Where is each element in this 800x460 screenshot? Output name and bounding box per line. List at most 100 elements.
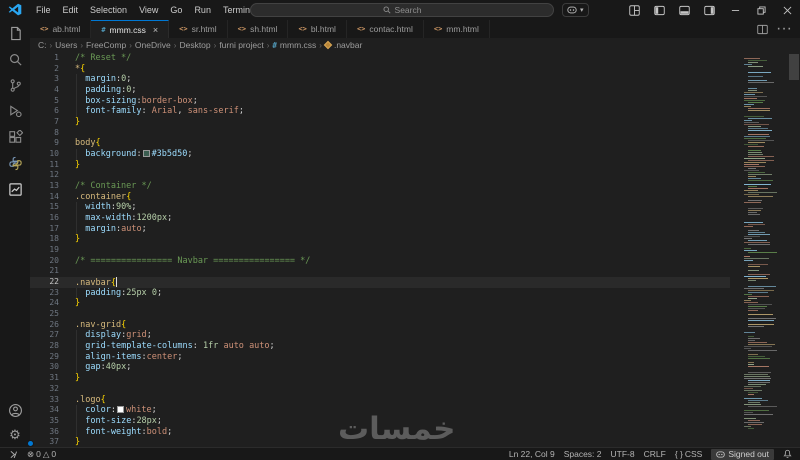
customize-layout-icon[interactable]	[622, 0, 647, 20]
code-line[interactable]: 11}	[30, 160, 730, 171]
code-line[interactable]: 8	[30, 128, 730, 139]
code-line[interactable]: 16 max-width:1200px;	[30, 213, 730, 224]
minimap-line	[744, 322, 786, 323]
vertical-scrollbar[interactable]	[788, 52, 800, 447]
code-line[interactable]: 21	[30, 266, 730, 277]
code-line[interactable]: 5 box-sizing:border-box;	[30, 95, 730, 107]
code-line[interactable]: 27 display:grid;	[30, 330, 730, 341]
code-line[interactable]: 4 padding:0;	[30, 85, 730, 96]
run-debug-icon[interactable]	[0, 98, 30, 124]
code-line[interactable]: 29 align-items:center;	[30, 351, 730, 363]
code-line[interactable]: 19	[30, 245, 730, 256]
search-placeholder: Search	[394, 5, 422, 15]
minimize-button[interactable]	[722, 0, 748, 20]
tab-sh.html[interactable]: <> sh.html	[227, 20, 289, 38]
command-center-search[interactable]: Search	[250, 3, 554, 17]
code-line[interactable]: 22 .navbar{	[30, 277, 730, 288]
tab-ab.html[interactable]: <> ab.html	[30, 20, 92, 38]
menu-edit[interactable]: Edit	[57, 0, 85, 20]
minimap-line	[748, 102, 763, 103]
copilot-menu-button[interactable]: ▾	[562, 3, 589, 17]
scrollbar-slider[interactable]	[789, 54, 799, 80]
breadcrumb-item[interactable]: FreeComp	[86, 40, 126, 50]
code-line[interactable]: 32	[30, 384, 730, 395]
restore-button[interactable]	[748, 0, 774, 20]
code-line[interactable]: 17 margin:auto;	[30, 223, 730, 235]
extensions-icon[interactable]	[0, 124, 30, 150]
remote-indicator-icon[interactable]	[8, 450, 18, 459]
code-line[interactable]: 14 .container{	[30, 192, 730, 203]
code-line[interactable]: 35 font-size:28px;	[30, 415, 730, 427]
breadcrumb-symbol[interactable]: .navbar	[334, 40, 362, 50]
breadcrumb-file[interactable]: mmm.css	[280, 40, 316, 50]
minimap-line	[744, 386, 761, 387]
code-line[interactable]: 20 /* ================ Navbar ===========…	[30, 256, 730, 267]
code-line[interactable]: 23 padding:25px 0;	[30, 287, 730, 299]
line-content	[70, 309, 730, 320]
tab-mm.html[interactable]: <> mm.html	[423, 20, 490, 38]
menu-go[interactable]: Go	[164, 0, 188, 20]
more-actions-icon[interactable]: ···	[776, 20, 792, 38]
split-editor-icon[interactable]	[757, 24, 768, 35]
minimap-line	[748, 286, 776, 287]
notifications-bell-icon[interactable]	[783, 449, 792, 459]
code-line[interactable]: 25	[30, 309, 730, 320]
code-line[interactable]: 9 body{	[30, 138, 730, 149]
minimap[interactable]	[744, 54, 786, 447]
chart-preview-icon[interactable]	[0, 176, 30, 202]
code-line[interactable]: 34 color: white;	[30, 405, 730, 416]
settings-gear-icon[interactable]: ⚙	[0, 423, 34, 447]
menu-run[interactable]: Run	[188, 0, 217, 20]
code-line[interactable]: 18}	[30, 234, 730, 245]
code-line[interactable]: 31}	[30, 373, 730, 384]
code-line[interactable]: 37}	[30, 437, 730, 447]
code-line[interactable]: 26 .nav-grid{	[30, 320, 730, 331]
code-line[interactable]: 7}	[30, 117, 730, 128]
problems-indicator[interactable]: ⊗ 0 △ 0	[27, 449, 56, 460]
indentation-setting[interactable]: Spaces: 2	[564, 449, 602, 459]
menu-view[interactable]: View	[133, 0, 164, 20]
language-mode[interactable]: { } CSS	[675, 449, 703, 459]
code-line[interactable]: 28 grid-template-columns: 1fr auto auto;	[30, 341, 730, 352]
code-line[interactable]: 30 gap:40px;	[30, 362, 730, 373]
tab-contac.html[interactable]: <> contac.html	[346, 20, 424, 38]
tab-sr.html[interactable]: <> sr.html	[169, 20, 228, 38]
code-line[interactable]: 33 .logo{	[30, 395, 730, 406]
code-line[interactable]: 13 /* Container */	[30, 181, 730, 192]
explorer-icon[interactable]	[0, 20, 30, 46]
menu-file[interactable]: File	[30, 0, 57, 20]
cursor-position[interactable]: Ln 22, Col 9	[509, 449, 555, 459]
code-line[interactable]: 12	[30, 170, 730, 181]
toggle-secondary-sidebar-icon[interactable]	[697, 0, 722, 20]
toggle-panel-icon[interactable]	[672, 0, 697, 20]
code-line[interactable]: 1 /* Reset */	[30, 53, 730, 64]
menu-selection[interactable]: Selection	[84, 0, 133, 20]
tab-mmm.css[interactable]: # mmm.css ×	[91, 20, 170, 38]
code-line[interactable]: 6 font-family: Arial, sans-serif;	[30, 106, 730, 117]
editor[interactable]: 1/* Reset */2 *{3 margin:0; 4 padding:0; 5 …	[30, 52, 800, 447]
tab-bl.html[interactable]: <> bl.html	[288, 20, 347, 38]
account-icon[interactable]	[0, 397, 30, 423]
close-button[interactable]	[774, 0, 800, 20]
code-line[interactable]: 24}	[30, 298, 730, 309]
python-extension-icon[interactable]	[0, 150, 30, 176]
code-area[interactable]: 1/* Reset */2 *{3 margin:0; 4 padding:0; 5 …	[30, 53, 730, 447]
encoding-setting[interactable]: UTF-8	[611, 449, 635, 459]
toggle-sidebar-icon[interactable]	[647, 0, 672, 20]
breadcrumb-item[interactable]: Users	[55, 40, 77, 50]
search-sidebar-icon[interactable]	[0, 46, 30, 72]
code-line[interactable]: 36 font-weight:bold;	[30, 426, 730, 438]
breadcrumb-item[interactable]: Desktop	[179, 40, 210, 50]
breadcrumb-item[interactable]: C:	[38, 40, 47, 50]
code-line[interactable]: 15 width:90%;	[30, 202, 730, 213]
line-content: margin:0;	[70, 74, 730, 85]
breadcrumb-item[interactable]: furni project	[219, 40, 263, 50]
tab-close-icon[interactable]: ×	[153, 25, 158, 35]
code-line[interactable]: 10 background: #3b5d50;	[30, 149, 730, 160]
code-line[interactable]: 3 margin:0;	[30, 74, 730, 85]
breadcrumb-item[interactable]: OneDrive	[135, 40, 171, 50]
eol-setting[interactable]: CRLF	[644, 449, 666, 459]
code-line[interactable]: 2 *{	[30, 64, 730, 75]
copilot-signed-out-button[interactable]: Signed out	[711, 448, 774, 460]
source-control-icon[interactable]	[0, 72, 30, 98]
